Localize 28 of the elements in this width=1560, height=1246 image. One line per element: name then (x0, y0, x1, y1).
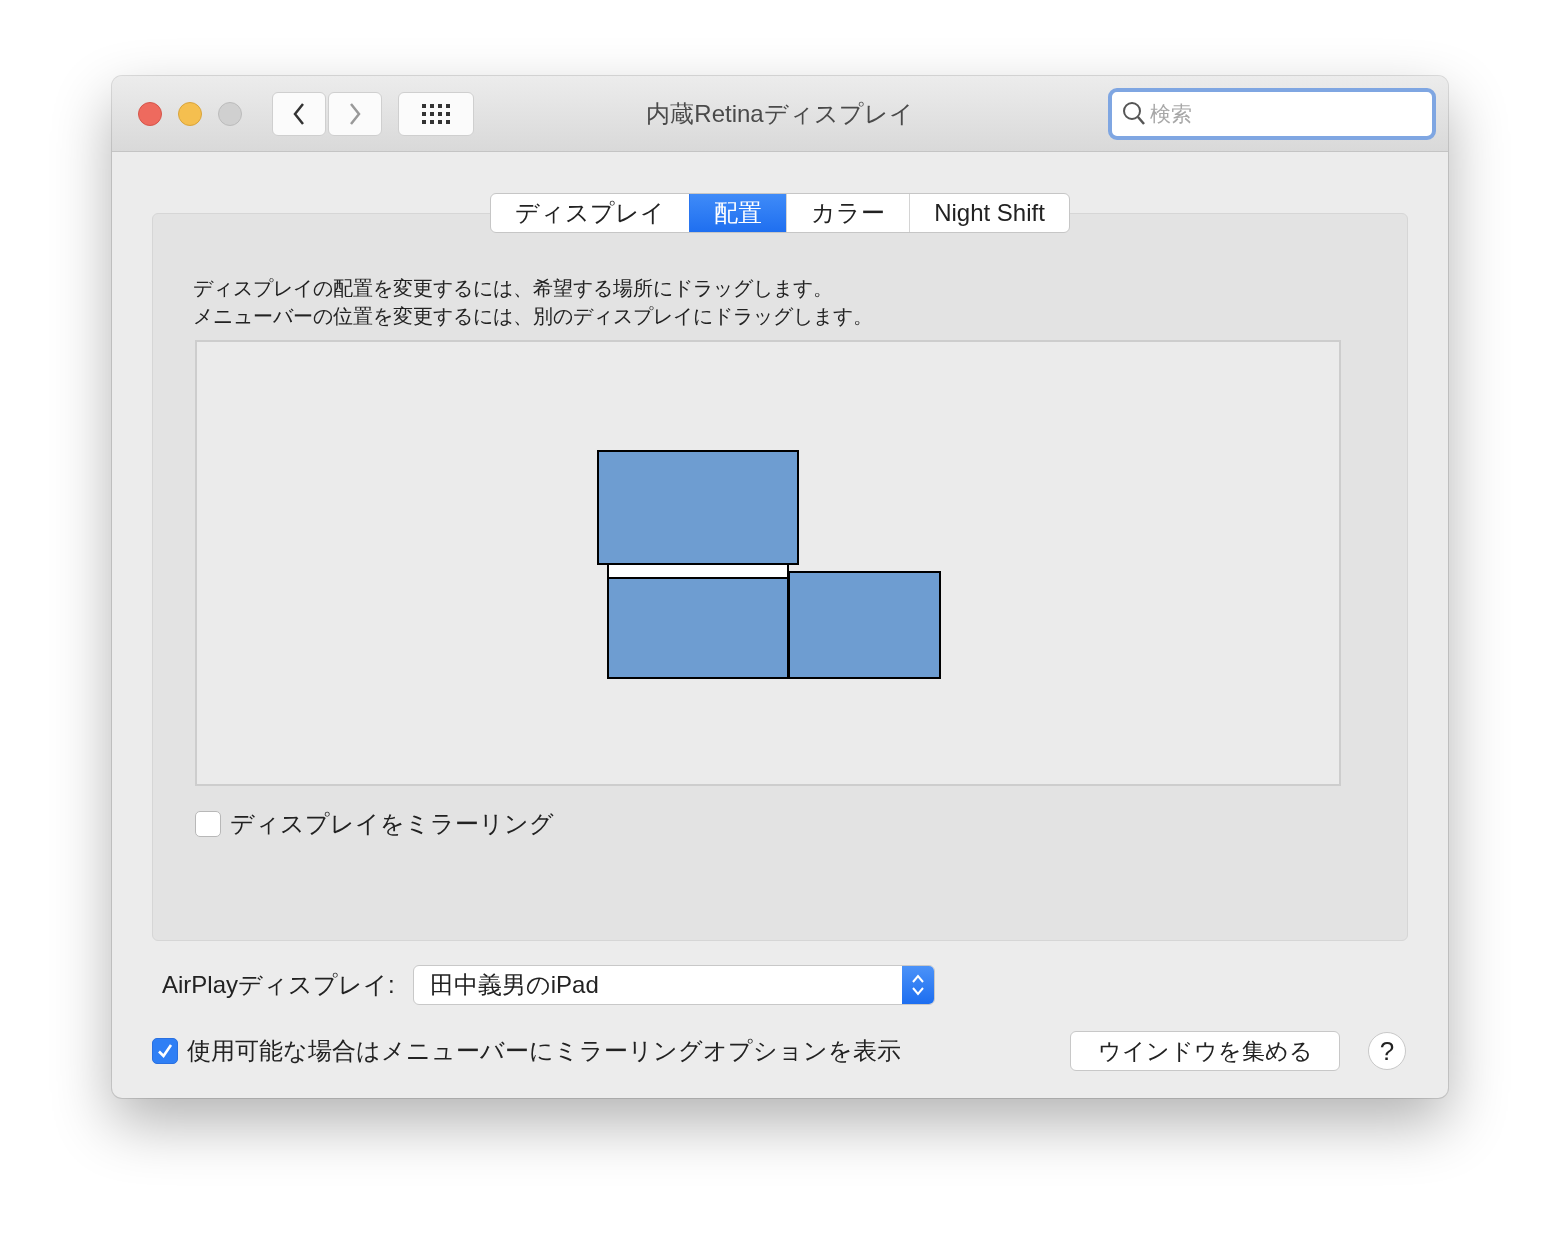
search-icon (1122, 100, 1146, 127)
show-all-button[interactable] (398, 91, 474, 136)
tab[interactable]: Night Shift (909, 194, 1069, 232)
checkbox-label: ディスプレイをミラーリング (230, 809, 554, 839)
instruction-text: ディスプレイの配置を変更するには、希望する場所にドラッグします。 (193, 276, 834, 301)
display-thumbnail[interactable] (597, 450, 799, 565)
gather-windows-button[interactable]: ウインドウを集める (1070, 1031, 1340, 1071)
airplay-label: AirPlayディスプレイ: (162, 970, 395, 1000)
chevrons-icon (910, 972, 925, 998)
display-thumbnail[interactable] (788, 571, 941, 679)
tab[interactable]: ディスプレイ (491, 194, 690, 232)
tab[interactable]: 配置 (689, 194, 787, 232)
popup-button[interactable]: 田中義男のiPad (412, 965, 935, 1005)
instruction-text: メニューバーの位置を変更するには、別のディスプレイにドラッグします。 (193, 304, 874, 329)
window-title: 内蔵Retinaディスプレイ (646, 98, 914, 129)
checkbox[interactable] (195, 811, 221, 837)
chevron-right-icon (348, 101, 362, 126)
search-field[interactable]: 検索 (1108, 87, 1436, 140)
help-button[interactable]: ? (1368, 1032, 1406, 1070)
grid-icon (422, 103, 450, 124)
close-button[interactable] (138, 101, 162, 126)
back-button[interactable] (272, 91, 326, 136)
display-thumbnail[interactable] (607, 563, 789, 679)
checkbox-label: 使用可能な場合はメニューバーにミラーリングオプションを表示 (187, 1036, 901, 1066)
chevron-left-icon (292, 101, 306, 126)
checkmark-icon (156, 1042, 174, 1060)
checkbox[interactable] (152, 1038, 178, 1064)
tab[interactable]: カラー (786, 194, 910, 232)
